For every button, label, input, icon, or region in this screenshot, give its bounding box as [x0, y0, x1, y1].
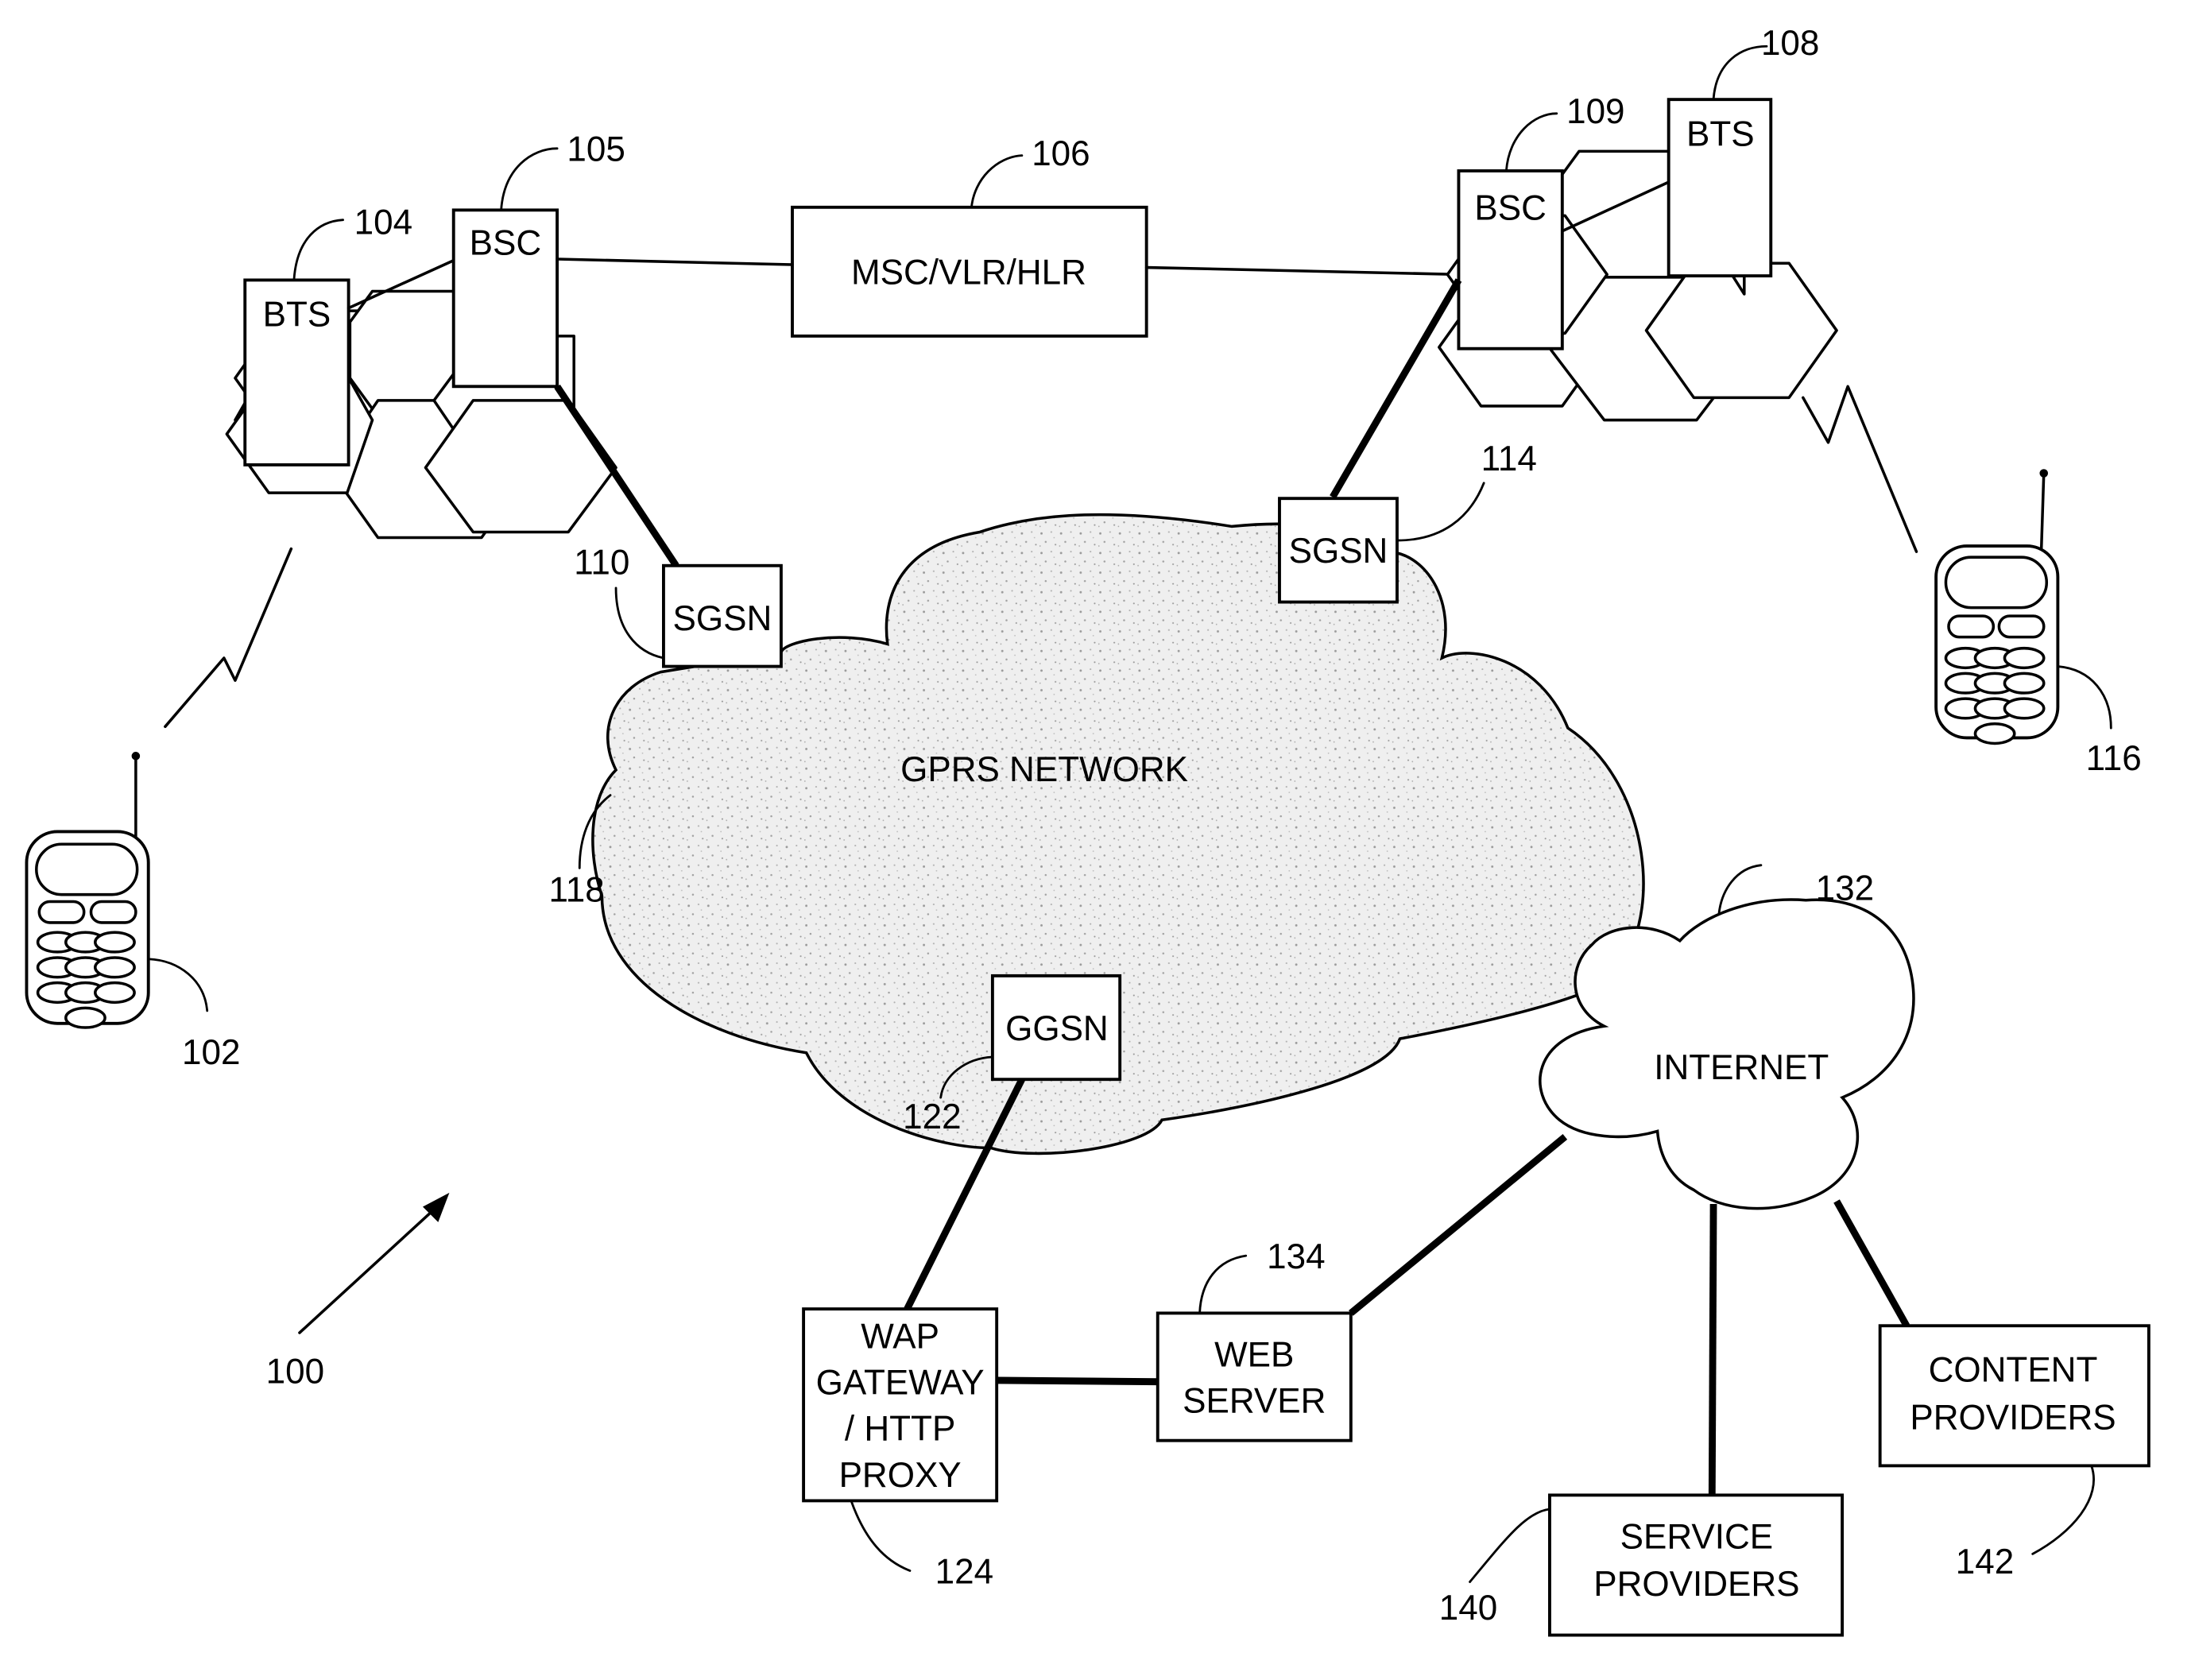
leader-104	[292, 219, 344, 281]
service-label-line-2: PROVIDERS	[1593, 1565, 1799, 1604]
leader-124	[850, 1500, 912, 1572]
leader-109	[1504, 112, 1558, 172]
ref-132: 132	[1816, 869, 1874, 908]
leader-105	[500, 147, 559, 211]
ref-118: 118	[549, 871, 605, 910]
ref-142: 142	[1956, 1543, 2014, 1581]
web-server-label-line-2: SERVER	[1183, 1381, 1326, 1420]
wap-gateway-http-proxy[interactable]: WAP GATEWAY / HTTP PROXY	[802, 1307, 999, 1503]
internet-content-link	[1833, 1199, 1910, 1328]
web-server[interactable]: WEB SERVER	[1156, 1311, 1353, 1442]
content-label-line-2: PROVIDERS	[1910, 1399, 2116, 1438]
leader-114	[1396, 482, 1485, 542]
webserver-internet-link	[1349, 1134, 1568, 1316]
service-label-line-1: SERVICE	[1620, 1517, 1773, 1556]
ref-108: 108	[1761, 24, 1819, 63]
internet-label: INTERNET	[1654, 1048, 1829, 1087]
gprs-network-diagram: BTS BSC 104 105 MSC/VLR/HLR 106 BSC BTS …	[25, 24, 2150, 1637]
msc-bsc-link-right	[1144, 265, 1461, 277]
bsc-sgsn-link-right	[1330, 278, 1462, 499]
service-providers[interactable]: SERVICE PROVIDERS	[1548, 1493, 1845, 1637]
wireless-link-icon-left	[164, 547, 293, 729]
wap-label-line-3: / HTTP	[845, 1410, 955, 1449]
ref-122: 122	[903, 1097, 961, 1136]
wap-label-line-1: WAP	[861, 1317, 939, 1356]
leader-110	[614, 586, 665, 660]
wap-webserver-link	[997, 1376, 1158, 1386]
leader-108	[1712, 45, 1768, 101]
leader-116	[2056, 665, 2112, 730]
ref-134: 134	[1267, 1237, 1325, 1276]
bts-left-label: BTS	[263, 296, 331, 335]
internet-service-link	[1708, 1203, 1717, 1496]
bsc-left-label: BSC	[470, 224, 542, 263]
ref-114: 114	[1481, 439, 1537, 478]
bsc-msc-link-left	[556, 257, 794, 266]
sgsn-right-label: SGSN	[1289, 532, 1388, 571]
leader-134	[1198, 1254, 1248, 1314]
mobile-phone-icon-right[interactable]	[1934, 469, 2060, 745]
sgsn-right[interactable]: SGSN	[1278, 497, 1399, 604]
gprs-network-label: GPRS NETWORK	[900, 750, 1188, 789]
bsc-right[interactable]: BSC	[1457, 169, 1564, 350]
wap-label-line-2: GATEWAY	[816, 1364, 985, 1403]
ref-104: 104	[354, 203, 412, 242]
wireless-link-icon-right	[1802, 385, 1918, 553]
bts-right[interactable]: BTS	[1667, 98, 1773, 278]
msc-label: MSC/VLR/HLR	[851, 254, 1086, 292]
ggsn-label: GGSN	[1005, 1009, 1109, 1048]
bts-left[interactable]: BTS	[243, 278, 350, 466]
ref-110: 110	[574, 543, 629, 582]
mobile-phone-icon-left[interactable]	[25, 752, 150, 1029]
content-label-line-1: CONTENT	[1929, 1351, 2098, 1390]
sgsn-left-label: SGSN	[673, 599, 772, 638]
content-providers[interactable]: CONTENT PROVIDERS	[1878, 1324, 2150, 1468]
ref-106: 106	[1032, 134, 1090, 173]
ref-140: 140	[1439, 1589, 1497, 1628]
system-arrow	[298, 1208, 436, 1334]
ggsn[interactable]: GGSN	[990, 974, 1122, 1082]
ref-109: 109	[1566, 92, 1624, 131]
ref-116: 116	[2086, 739, 2142, 778]
msc-vlr-hlr[interactable]: MSC/VLR/HLR	[791, 205, 1148, 338]
ref-102: 102	[182, 1033, 240, 1072]
leader-106	[970, 154, 1024, 209]
sgsn-left[interactable]: SGSN	[662, 563, 783, 668]
leader-102	[147, 958, 209, 1012]
ref-100: 100	[266, 1352, 324, 1391]
bsc-left[interactable]: BSC	[451, 208, 559, 389]
wap-label-line-4: PROXY	[839, 1456, 962, 1495]
bts-right-label: BTS	[1686, 114, 1755, 153]
ref-124: 124	[935, 1552, 993, 1591]
web-server-label-line-1: WEB	[1214, 1335, 1294, 1374]
leader-140	[1469, 1508, 1551, 1583]
ref-105: 105	[567, 130, 625, 169]
bsc-right-label: BSC	[1474, 189, 1547, 228]
leader-142	[2031, 1464, 2095, 1555]
